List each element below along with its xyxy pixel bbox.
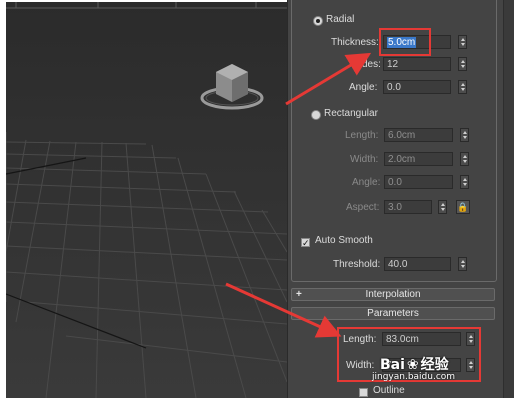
annotation-arrows [225, 52, 372, 338]
watermark-url: jingyan.baidu.com [372, 372, 456, 382]
arrow-to-parameters [225, 282, 342, 338]
arrow-to-thickness [285, 52, 372, 106]
paw-icon: ❀ [406, 357, 419, 373]
watermark-brand: Bai ❀ 经验 [380, 354, 449, 374]
watermark-brand-left: Bai [380, 357, 405, 373]
watermark-brand-right: 经验 [420, 357, 449, 373]
